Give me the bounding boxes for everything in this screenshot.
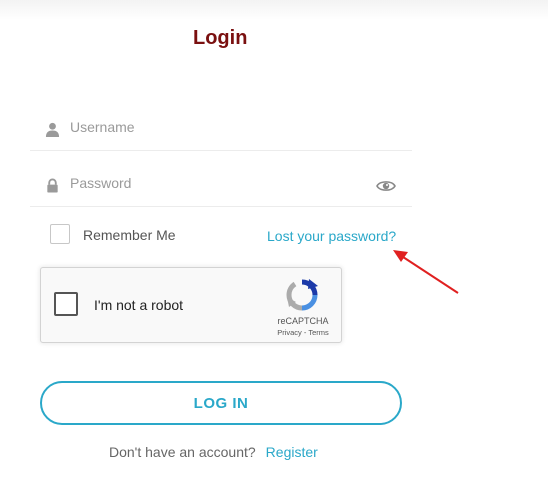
username-input[interactable] — [70, 115, 370, 139]
recaptcha-terms-link[interactable]: Terms — [308, 328, 328, 337]
register-link[interactable]: Register — [266, 444, 318, 460]
no-account-text: Don't have an account? — [109, 444, 256, 460]
recaptcha-privacy-link[interactable]: Privacy — [277, 328, 302, 337]
signup-prompt: Don't have an account? Register — [109, 444, 318, 460]
user-icon — [45, 122, 60, 137]
top-shade — [0, 0, 548, 20]
lost-password-link[interactable]: Lost your password? — [267, 228, 396, 244]
password-field[interactable] — [30, 162, 412, 207]
remember-checkbox[interactable] — [50, 224, 70, 244]
remember-label: Remember Me — [83, 227, 176, 243]
recaptcha-logo-icon — [286, 279, 318, 311]
password-input[interactable] — [70, 171, 370, 195]
login-button[interactable]: LOG IN — [40, 381, 402, 425]
annotation-arrow — [393, 250, 459, 294]
recaptcha-brand: reCAPTCHA — [277, 316, 329, 326]
username-field[interactable] — [30, 106, 412, 151]
page-title: Login — [193, 27, 248, 49]
lock-icon — [47, 178, 58, 193]
recaptcha-label: I'm not a robot — [94, 297, 184, 313]
recaptcha-checkbox[interactable] — [54, 292, 78, 316]
recaptcha-links: Privacy - Terms — [269, 328, 337, 337]
eye-icon[interactable] — [376, 179, 396, 193]
recaptcha-widget: I'm not a robot reCAPTCHA Privacy - Term… — [40, 267, 342, 343]
